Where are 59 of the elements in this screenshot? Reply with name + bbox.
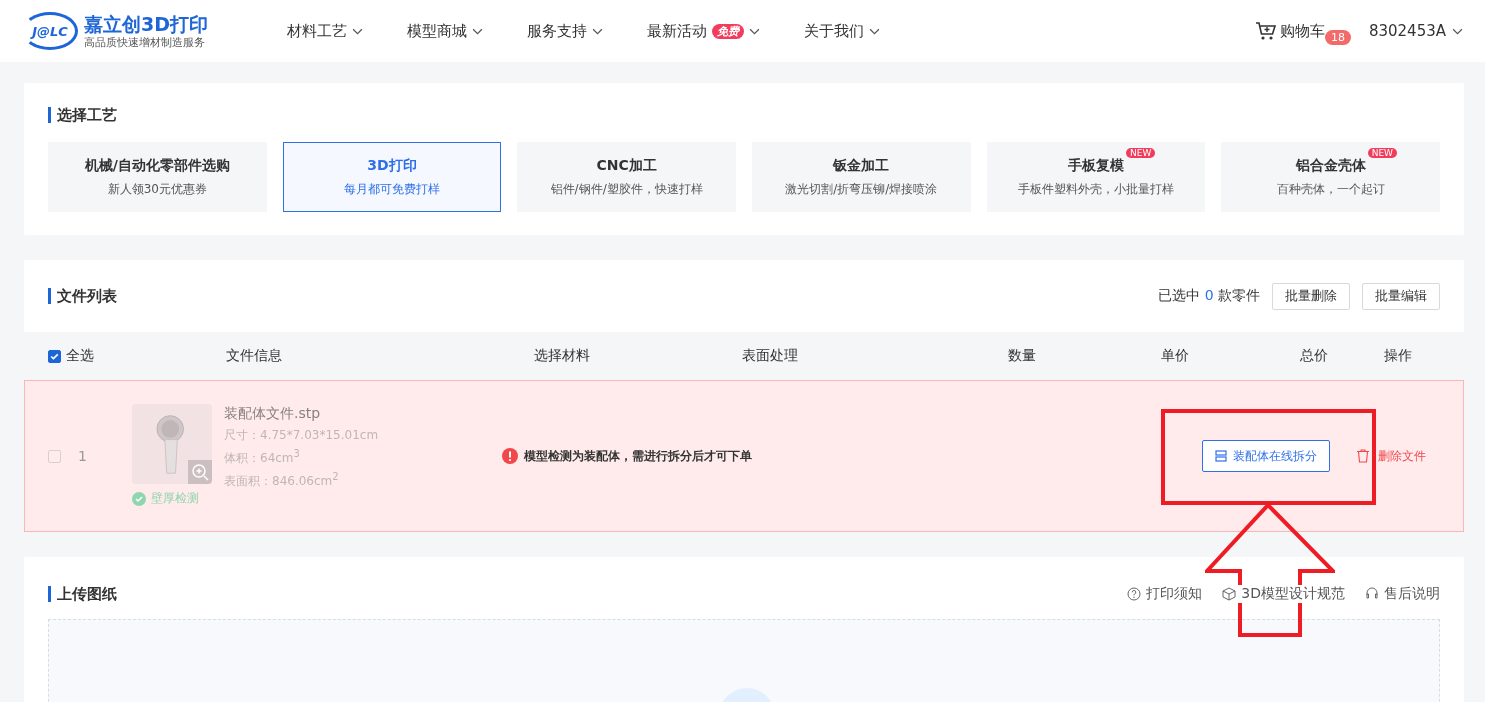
- help-link[interactable]: 售后说明: [1365, 585, 1440, 603]
- column-header: 操作: [1384, 347, 1413, 365]
- cart-link[interactable]: 购物车: [1254, 21, 1325, 41]
- section-title: 上传图纸: [48, 586, 117, 602]
- free-badge: 免费: [712, 23, 744, 39]
- batch-button[interactable]: 批量删除: [1272, 282, 1350, 310]
- help-icon: [1127, 587, 1142, 601]
- column-header: 总价: [1300, 347, 1329, 365]
- process-option[interactable]: 手板复模 NEW 手板件塑料外壳，小批量打样: [986, 142, 1206, 212]
- help-link[interactable]: 打印须知: [1127, 585, 1203, 603]
- process-option[interactable]: 铝合金壳体 NEW 百种壳体，一个起订: [1221, 142, 1440, 212]
- split-icon: [1215, 450, 1227, 462]
- row-number: 1: [78, 448, 88, 464]
- nav-menu-item[interactable]: 关于我们: [804, 21, 880, 41]
- process-option[interactable]: 机械/自动化零部件选购 新人领30元优惠券: [48, 142, 267, 212]
- select-all-label: 全选: [66, 347, 94, 365]
- column-header: 单价: [1161, 347, 1190, 365]
- new-badge: NEW: [1367, 147, 1397, 158]
- brand-name: 嘉立创3D打印: [84, 12, 208, 35]
- chevron-down-icon: [869, 27, 880, 35]
- split-assembly-button[interactable]: 装配体在线拆分: [1202, 440, 1330, 472]
- section-title: 文件列表: [48, 288, 117, 304]
- new-badge: NEW: [1126, 147, 1156, 158]
- trash-icon: [1356, 449, 1370, 463]
- selection-count: 已选中 0 款零件: [1158, 287, 1260, 305]
- chevron-down-icon: [749, 27, 760, 35]
- cart-icon: [1254, 21, 1277, 41]
- chevron-down-icon: [352, 27, 363, 35]
- nav-menu-item[interactable]: 材料工艺: [287, 21, 363, 41]
- headset-icon: [1365, 587, 1379, 601]
- column-header: 数量: [1008, 347, 1037, 365]
- chevron-down-icon: [472, 27, 483, 35]
- error-message: 模型检测为装配体，需进行拆分后才可下单: [524, 447, 752, 465]
- column-header: 表面处理: [742, 347, 799, 365]
- help-link[interactable]: 3D模型设计规范: [1222, 585, 1345, 603]
- batch-button[interactable]: 批量编辑: [1362, 282, 1440, 310]
- error-icon: [502, 448, 518, 464]
- nav-menu-item[interactable]: 模型商城: [407, 21, 483, 41]
- file-volume: 体积：64cm$^{3}$: [224, 448, 301, 467]
- check-circle-icon: [132, 491, 146, 506]
- process-option[interactable]: 3D打印 每月都可免费打样: [282, 142, 502, 212]
- file-size: 尺寸：4.75*7.03*15.01cm: [224, 427, 380, 444]
- chevron-down-icon: [592, 27, 603, 35]
- zoom-in-icon[interactable]: [188, 460, 212, 484]
- process-option[interactable]: 钣金加工 激光切割/折弯压铆/焊接喷涂: [752, 142, 971, 212]
- nav-menu-item[interactable]: 最新活动 免费: [647, 21, 760, 41]
- file-name: 装配体文件.stp: [224, 405, 322, 423]
- cart-count-badge: 18: [1324, 29, 1351, 45]
- column-header: 文件信息: [226, 347, 283, 365]
- tagline: 高品质快速增材制造服务: [84, 34, 206, 50]
- checkbox[interactable]: [48, 349, 61, 363]
- column-header: 选择材料: [534, 347, 591, 365]
- file-surface-area: 表面积：846.06cm$^{2}$: [224, 471, 502, 490]
- section-title: 选择工艺: [48, 107, 1440, 123]
- cube-icon: [1222, 587, 1237, 601]
- process-option[interactable]: CNC加工 铝件/钢件/塑胶件，快速打样: [517, 142, 736, 212]
- chevron-down-icon: [1452, 27, 1463, 35]
- user-menu[interactable]: 8302453A: [1368, 22, 1463, 40]
- nav-menu-item[interactable]: 服务支持: [527, 21, 603, 41]
